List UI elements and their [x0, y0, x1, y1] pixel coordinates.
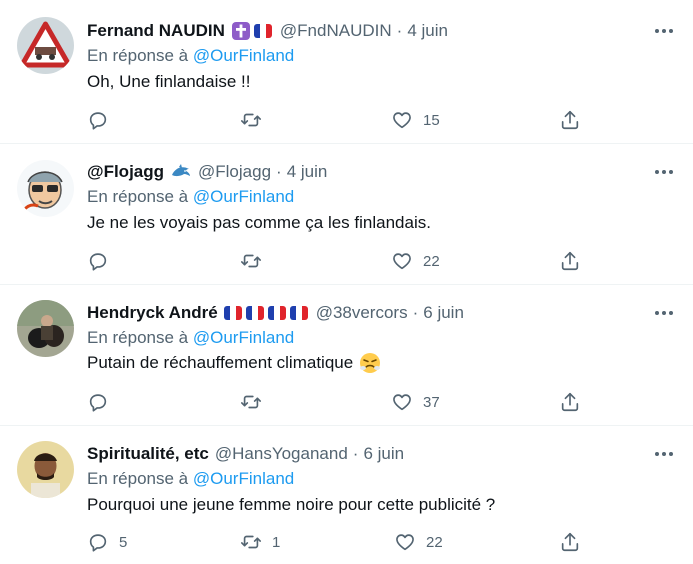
tweet-text: Pourquoi une jeune femme noire pour cett… [87, 495, 495, 515]
like-icon [396, 534, 414, 551]
tweet-date[interactable]: 4 juin [407, 21, 448, 41]
reply-button[interactable]: 5 [87, 530, 127, 554]
french-flag-emoji [289, 306, 310, 320]
reply-icon [89, 394, 107, 412]
like-button[interactable]: 37 [391, 390, 440, 414]
tweet-date[interactable]: 6 juin [423, 303, 464, 323]
dolphin-emoji [170, 163, 192, 181]
reply-prefix: En réponse à [87, 328, 189, 347]
author-handle[interactable]: @Flojagg [198, 162, 271, 182]
share-button[interactable] [559, 390, 581, 414]
tweet-text-content: Je ne les voyais pas comme ça les finlan… [87, 213, 431, 232]
french-flag-emoji [267, 306, 288, 320]
french-flag-emoji [223, 306, 244, 320]
tweet-date[interactable]: 6 juin [363, 444, 404, 464]
more-icon[interactable] [653, 20, 675, 42]
reply-icon [89, 253, 107, 271]
avatar[interactable] [17, 160, 74, 217]
tweet[interactable]: Spiritualité, etc @HansYoganand · 6 juin… [0, 426, 693, 564]
share-button[interactable] [559, 249, 581, 273]
separator-dot: · [412, 303, 419, 322]
avatar[interactable] [17, 300, 74, 357]
more-icon[interactable] [653, 302, 675, 324]
author-name[interactable]: Fernand NAUDIN [87, 21, 225, 41]
share-icon [561, 392, 579, 412]
retweet-icon [241, 395, 261, 409]
retweet-button[interactable]: 1 [240, 530, 280, 554]
more-icon[interactable] [653, 161, 675, 183]
reply-prefix: En réponse à [87, 187, 189, 206]
tweet[interactable]: @Flojagg @Flojagg · 4 juin En réponse à … [0, 144, 693, 284]
reply-context: En réponse à @OurFinland [87, 469, 294, 489]
like-count: 37 [423, 393, 440, 411]
like-button[interactable]: 22 [391, 249, 440, 273]
retweet-button[interactable] [240, 390, 272, 414]
like-icon [393, 253, 411, 270]
avatar[interactable] [17, 17, 74, 74]
french-flag-emoji [253, 24, 274, 38]
share-button[interactable] [559, 108, 581, 132]
tweet[interactable]: Fernand NAUDIN @FndNAUDIN · 4 juin En ré… [0, 0, 693, 143]
separator-dot: · [396, 21, 403, 40]
tweet-text: Oh, Une finlandaise !! [87, 72, 250, 92]
tweet-text-content: Oh, Une finlandaise !! [87, 72, 251, 91]
tweet[interactable]: Hendryck André @38vercors · 6 juin En ré… [0, 285, 693, 425]
retweet-count: 1 [272, 533, 281, 551]
reply-prefix: En réponse à [87, 46, 189, 65]
steaming-face-emoji [359, 352, 381, 374]
share-icon [561, 251, 579, 271]
like-button[interactable]: 22 [394, 530, 443, 554]
avatar[interactable] [17, 441, 74, 498]
author-name[interactable]: @Flojagg [87, 162, 164, 182]
mention-link[interactable]: @OurFinland [193, 46, 294, 65]
mention-link[interactable]: @OurFinland [193, 469, 294, 488]
retweet-button[interactable] [240, 249, 272, 273]
reply-button[interactable] [87, 108, 119, 132]
mention-link[interactable]: @OurFinland [193, 328, 294, 347]
retweet-icon [241, 254, 261, 268]
latin-cross-emoji [231, 21, 251, 41]
tweet-text: Putain de réchauffement climatique [87, 352, 381, 374]
tweet-text-content: Putain de réchauffement climatique [87, 353, 354, 372]
author-handle[interactable]: @38vercors [316, 303, 408, 323]
reply-icon [89, 112, 107, 130]
like-button[interactable]: 15 [391, 108, 440, 132]
share-icon [561, 532, 579, 552]
like-count: 22 [426, 533, 443, 551]
more-icon[interactable] [653, 443, 675, 465]
reply-context: En réponse à @OurFinland [87, 187, 294, 207]
retweet-icon [241, 113, 261, 127]
retweet-button[interactable] [240, 108, 272, 132]
share-button[interactable] [559, 530, 581, 554]
like-icon [393, 394, 411, 411]
tweet-text-content: Pourquoi une jeune femme noire pour cett… [87, 495, 496, 514]
author-handle[interactable]: @FndNAUDIN [280, 21, 392, 41]
author-handle[interactable]: @HansYoganand [215, 444, 348, 464]
reply-context: En réponse à @OurFinland [87, 46, 294, 66]
like-count: 22 [423, 252, 440, 270]
reply-prefix: En réponse à [87, 469, 189, 488]
separator-dot: · [276, 162, 282, 181]
french-flag-emoji [245, 306, 266, 320]
like-icon [393, 112, 411, 129]
mention-link[interactable]: @OurFinland [193, 187, 294, 206]
like-count: 15 [423, 111, 440, 129]
tweet-text: Je ne les voyais pas comme ça les finlan… [87, 213, 431, 233]
author-name[interactable]: Spiritualité, etc [87, 444, 209, 464]
reply-button[interactable] [87, 249, 119, 273]
separator-dot: · [352, 444, 359, 463]
reply-context: En réponse à @OurFinland [87, 328, 294, 348]
share-icon [561, 110, 579, 130]
author-name[interactable]: Hendryck André [87, 303, 218, 323]
reply-icon [89, 534, 107, 552]
reply-count: 5 [119, 533, 128, 551]
retweet-icon [241, 535, 261, 549]
reply-button[interactable] [87, 390, 119, 414]
tweet-date[interactable]: 4 juin [287, 162, 328, 182]
